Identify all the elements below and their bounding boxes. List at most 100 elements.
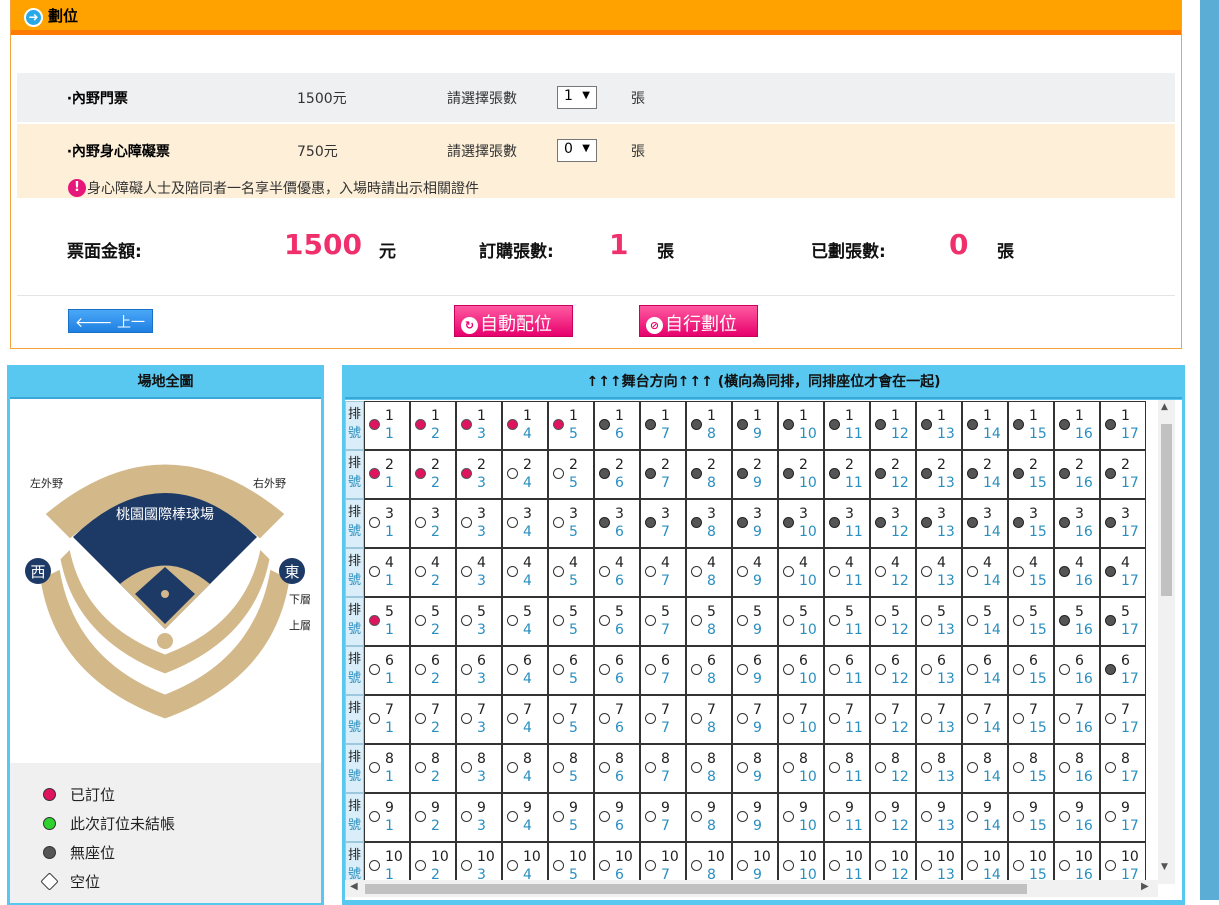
seat-cell[interactable]: 69 (732, 646, 778, 695)
seat-cell[interactable]: 66 (594, 646, 640, 695)
seat-cell[interactable]: 24 (502, 450, 548, 499)
seat-cell[interactable]: 2 15 (1008, 450, 1054, 499)
seat-cell[interactable]: 4 11 (824, 548, 870, 597)
seat-cell[interactable]: 91 (364, 793, 410, 842)
seat-cell[interactable]: 8 14 (962, 744, 1008, 793)
seat-cell[interactable]: 2 17 (1100, 450, 1146, 499)
seat-cell[interactable]: 25 (548, 450, 594, 499)
seat-cell[interactable]: 48 (686, 548, 732, 597)
seat-cell[interactable]: 38 (686, 499, 732, 548)
seat-cell[interactable]: 5 16 (1054, 597, 1100, 646)
seat-cell[interactable]: 1 16 (1054, 401, 1100, 450)
seat-cell[interactable]: 6 11 (824, 646, 870, 695)
seat-cell[interactable]: 1 11 (824, 401, 870, 450)
seat-cell[interactable]: 3 13 (916, 499, 962, 548)
seat-cell[interactable]: 51 (364, 597, 410, 646)
seat-cell[interactable]: 95 (548, 793, 594, 842)
seat-cell[interactable]: 2 16 (1054, 450, 1100, 499)
back-button[interactable]: 🡐 上一步 (68, 309, 153, 351)
seat-cell[interactable]: 7 12 (870, 695, 916, 744)
seat-cell[interactable]: 75 (548, 695, 594, 744)
seat-cell[interactable]: 12 (410, 401, 456, 450)
seat-cell[interactable]: 64 (502, 646, 548, 695)
seat-cell[interactable]: 3 10 (778, 499, 824, 548)
seat-cell[interactable]: 43 (456, 548, 502, 597)
seat-cell[interactable]: 9 10 (778, 793, 824, 842)
stadium-diagram[interactable]: 桃園國際棒球場 左外野 右外野 西 東 下層 上層 (15, 419, 315, 749)
seat-cell[interactable]: 57 (640, 597, 686, 646)
seat-cell[interactable]: 47 (640, 548, 686, 597)
seat-cell[interactable]: 1 10 (778, 401, 824, 450)
seat-cell[interactable]: 8 17 (1100, 744, 1146, 793)
seat-cell[interactable]: 52 (410, 597, 456, 646)
seat-cell[interactable]: 1 13 (916, 401, 962, 450)
seat-cell[interactable]: 9 15 (1008, 793, 1054, 842)
seat-cell[interactable]: 21 (364, 450, 410, 499)
scroll-left-icon[interactable]: ◀ (350, 881, 358, 892)
seat-cell[interactable]: 59 (732, 597, 778, 646)
seat-cell[interactable]: 7 17 (1100, 695, 1146, 744)
seat-cell[interactable]: 2 13 (916, 450, 962, 499)
seat-cell[interactable]: 74 (502, 695, 548, 744)
seat-cell[interactable]: 27 (640, 450, 686, 499)
seat-cell[interactable]: 9 13 (916, 793, 962, 842)
seat-cell[interactable]: 2 14 (962, 450, 1008, 499)
seat-cell[interactable]: 2 10 (778, 450, 824, 499)
seat-cell[interactable]: 34 (502, 499, 548, 548)
seat-cell[interactable]: 98 (686, 793, 732, 842)
seat-cell[interactable]: 92 (410, 793, 456, 842)
seat-cell[interactable]: 56 (594, 597, 640, 646)
seat-cell[interactable]: 8 13 (916, 744, 962, 793)
seat-cell[interactable]: 2 11 (824, 450, 870, 499)
seat-cell[interactable]: 77 (640, 695, 686, 744)
seat-cell[interactable]: 4 17 (1100, 548, 1146, 597)
seat-cell[interactable]: 6 10 (778, 646, 824, 695)
seat-cell[interactable]: 68 (686, 646, 732, 695)
seat-cell[interactable]: 1 15 (1008, 401, 1054, 450)
seat-cell[interactable]: 6 16 (1054, 646, 1100, 695)
seat-cell[interactable]: 63 (456, 646, 502, 695)
seat-cell[interactable]: 79 (732, 695, 778, 744)
seat-cell[interactable]: 7 10 (778, 695, 824, 744)
seat-cell[interactable]: 1 14 (962, 401, 1008, 450)
seat-cell[interactable]: 45 (548, 548, 594, 597)
seat-cell[interactable]: 7 14 (962, 695, 1008, 744)
seat-cell[interactable]: 28 (686, 450, 732, 499)
scroll-right-icon[interactable]: ▶ (1141, 881, 1149, 892)
seat-cell[interactable]: 4 16 (1054, 548, 1100, 597)
seat-cell[interactable]: 42 (410, 548, 456, 597)
seat-cell[interactable]: 37 (640, 499, 686, 548)
seat-cell[interactable]: 9 11 (824, 793, 870, 842)
seat-cell[interactable]: 4 15 (1008, 548, 1054, 597)
seat-cell[interactable]: 6 13 (916, 646, 962, 695)
seat-cell[interactable]: 7 11 (824, 695, 870, 744)
scroll-thumb[interactable] (1161, 424, 1172, 596)
seat-cell[interactable]: 1 17 (1100, 401, 1146, 450)
seat-cell[interactable]: 9 14 (962, 793, 1008, 842)
seat-cell[interactable]: 5 11 (824, 597, 870, 646)
seat-cell[interactable]: 76 (594, 695, 640, 744)
seat-cell[interactable]: 17 (640, 401, 686, 450)
seat-cell[interactable]: 93 (456, 793, 502, 842)
seat-cell[interactable]: 8 16 (1054, 744, 1100, 793)
seat-cell[interactable]: 86 (594, 744, 640, 793)
seat-cell[interactable]: 15 (548, 401, 594, 450)
seat-cell[interactable]: 5 12 (870, 597, 916, 646)
vertical-scrollbar[interactable]: ▲ ▼ (1158, 400, 1175, 884)
seat-cell[interactable]: 3 15 (1008, 499, 1054, 548)
quantity-select-full[interactable]: 1 ▼ (557, 86, 597, 109)
seat-cell[interactable]: 62 (410, 646, 456, 695)
seat-cell[interactable]: 4 12 (870, 548, 916, 597)
seat-cell[interactable]: 85 (548, 744, 594, 793)
seat-cell[interactable]: 72 (410, 695, 456, 744)
seat-cell[interactable]: 3 14 (962, 499, 1008, 548)
seat-cell[interactable]: 88 (686, 744, 732, 793)
seat-cell[interactable]: 44 (502, 548, 548, 597)
seat-cell[interactable]: 4 10 (778, 548, 824, 597)
seat-cell[interactable]: 9 12 (870, 793, 916, 842)
seat-cell[interactable]: 58 (686, 597, 732, 646)
scroll-down-icon[interactable]: ▼ (1161, 862, 1168, 872)
seat-cell[interactable]: 9 16 (1054, 793, 1100, 842)
seat-cell[interactable]: 23 (456, 450, 502, 499)
seat-cell[interactable]: 26 (594, 450, 640, 499)
